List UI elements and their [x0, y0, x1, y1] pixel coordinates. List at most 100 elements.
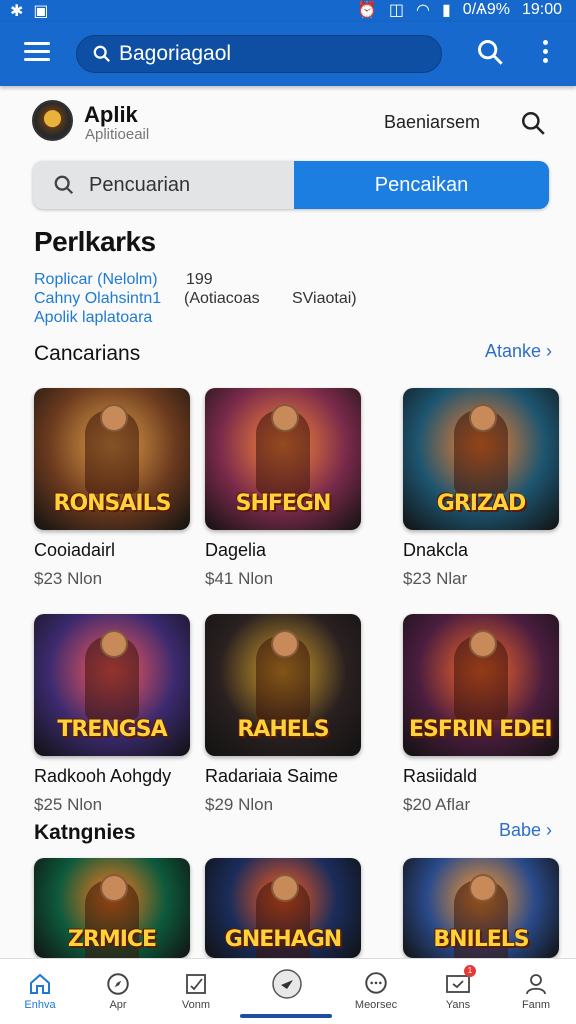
- nav-item-notifications[interactable]: 1 Yans: [428, 965, 488, 1011]
- game-title: Rasiidald: [403, 766, 478, 786]
- row1-title: Cancarians: [34, 342, 141, 365]
- nav-item-center-action[interactable]: [257, 969, 317, 999]
- game-thumbnail: SHFEGN: [205, 388, 361, 530]
- gallery-icon: ▣: [33, 3, 49, 20]
- game-card[interactable]: SHFEGN Dagelia $41 Nlon: [205, 388, 361, 589]
- section-title: Perlkarks: [34, 226, 156, 257]
- info-extra-3: SViaotai): [292, 290, 357, 307]
- game-thumbnail: BNILELS: [403, 858, 559, 958]
- game-thumbnail: ESFRIN EDEIN: [403, 614, 559, 756]
- hero-figure: [454, 404, 508, 494]
- game-thumbnail: GNEHAGN: [205, 858, 361, 958]
- clock: 19:00: [521, 1, 562, 18]
- profile-search-button[interactable]: [520, 110, 546, 141]
- game-logo: RONSAILS: [53, 491, 172, 516]
- game-title: Dnakcla: [403, 540, 469, 560]
- nav-label: Yans: [445, 999, 471, 1011]
- game-price: $23 Nlon: [34, 569, 103, 588]
- game-price: $20 Aflar: [403, 795, 471, 814]
- chevron-right-icon: ›: [546, 820, 552, 840]
- row3-more-link[interactable]: Babe ›: [499, 820, 552, 841]
- profile-link[interactable]: Baeniarsem: [384, 112, 480, 133]
- chevron-right-icon: ›: [546, 341, 552, 361]
- vibrate-icon: ◫: [388, 2, 405, 19]
- game-logo: GNEHAGN: [224, 927, 342, 952]
- home-icon: [10, 969, 70, 999]
- tab-discover-label: Pencaikan: [374, 173, 469, 196]
- nav-item-edit[interactable]: Vonm: [166, 969, 226, 1011]
- row1-more-link[interactable]: Atanke ›: [485, 341, 552, 362]
- search-button[interactable]: [476, 38, 504, 71]
- nav-item-home[interactable]: Enhva: [10, 969, 70, 1011]
- game-logo: RAHELS: [237, 717, 329, 742]
- hero-figure: [256, 630, 310, 720]
- avatar[interactable]: [32, 100, 73, 141]
- profile-header: Aplik Aplitioeail Baeniarsem: [32, 100, 552, 144]
- game-title: Cooiadairl: [34, 540, 116, 560]
- profile-name: Aplik: [84, 102, 138, 127]
- game-thumbnail: RONSAILS: [34, 388, 190, 530]
- tab-discover[interactable]: Pencaikan: [294, 161, 549, 209]
- game-card[interactable]: GNEHAGN: [205, 858, 361, 958]
- info-link-3[interactable]: Apolik laplatoara: [34, 308, 374, 327]
- hero-figure: [85, 404, 139, 494]
- search-icon: [54, 175, 74, 195]
- game-logo: GRIZAD: [436, 491, 526, 516]
- game-title: Radariaia Saime: [205, 766, 339, 786]
- game-thumbnail: TRENGSA: [34, 614, 190, 756]
- game-logo: ZRMICE: [67, 927, 157, 952]
- segmented-control: Pencuarian Pencaikan: [33, 161, 549, 209]
- game-price: $29 Nlon: [205, 795, 274, 814]
- nav-label: Meorsec: [354, 999, 398, 1011]
- search-bar[interactable]: [76, 35, 442, 73]
- nav-label: Vonm: [181, 999, 211, 1011]
- profile-icon: [506, 969, 566, 999]
- nav-label: Fanm: [521, 999, 551, 1011]
- signal-icon: ▮: [441, 2, 451, 19]
- more-options-icon[interactable]: [538, 40, 552, 66]
- game-price: $23 Nlar: [403, 569, 468, 588]
- game-card[interactable]: GRIZAD Dnakcla $23 Nlar: [403, 388, 559, 589]
- nav-label: Enhva: [24, 999, 56, 1011]
- game-card[interactable]: RAHELS Radariaia Saime $29 Nlon: [205, 614, 361, 815]
- compass-icon: [88, 969, 148, 999]
- status-bar: ✱ ▣ ⏰ ◫ ◠ ▮ 0/Ѧ9% 19:00: [0, 0, 576, 22]
- game-card[interactable]: ESFRIN EDEIN Rasiidald $20 Aflar: [403, 614, 559, 815]
- game-card[interactable]: BNILELS: [403, 858, 559, 958]
- game-thumbnail: ZRMICE: [34, 858, 190, 958]
- notifications-icon: 1: [428, 965, 488, 999]
- search-input[interactable]: [119, 42, 399, 66]
- alarm-icon: ⏰: [356, 2, 377, 19]
- game-card[interactable]: ZRMICE: [34, 858, 190, 958]
- tab-search[interactable]: Pencuarian: [33, 161, 294, 209]
- notification-badge: 1: [464, 965, 476, 977]
- edit-icon: [166, 969, 226, 999]
- center-action-icon: [257, 969, 317, 999]
- nav-item-compass[interactable]: Apr: [88, 969, 148, 1011]
- game-price: $41 Nlon: [205, 569, 274, 588]
- info-links: Roplicar (Nelolm) 199 Cahny Olahsintn1 (…: [34, 270, 374, 330]
- hero-figure: [454, 630, 508, 720]
- game-thumbnail: GRIZAD: [403, 388, 559, 530]
- game-card[interactable]: RONSAILS Cooiadairl $23 Nlon: [34, 388, 190, 589]
- info-extra-1: 199: [186, 271, 213, 288]
- game-price: $25 Nlon: [34, 795, 103, 814]
- bluetooth-icon: ✱: [10, 3, 24, 20]
- game-title: Dagelia: [205, 540, 267, 560]
- game-logo: TRENGSA: [57, 717, 167, 742]
- row3-more-label: Babe: [498, 820, 541, 840]
- profile-subtitle: Aplitioeail: [85, 126, 150, 143]
- menu-icon[interactable]: [24, 42, 50, 64]
- wifi-icon: ◠: [416, 2, 430, 19]
- row1-more-label: Atanke: [484, 341, 541, 361]
- chat-icon: [346, 969, 406, 999]
- row3-title: Katngnies: [34, 821, 136, 844]
- nav-item-profile[interactable]: Fanm: [506, 969, 566, 1011]
- battery-text: 0/Ѧ9%: [462, 1, 510, 18]
- game-card[interactable]: TRENGSA Radkooh Aohgdy $25 Nlon: [34, 614, 190, 815]
- app-bar: [0, 22, 576, 86]
- search-icon: [478, 40, 503, 65]
- tab-search-label: Pencuarian: [89, 173, 191, 196]
- nav-label: Apr: [109, 999, 127, 1011]
- nav-item-chat[interactable]: Meorsec: [346, 969, 406, 1011]
